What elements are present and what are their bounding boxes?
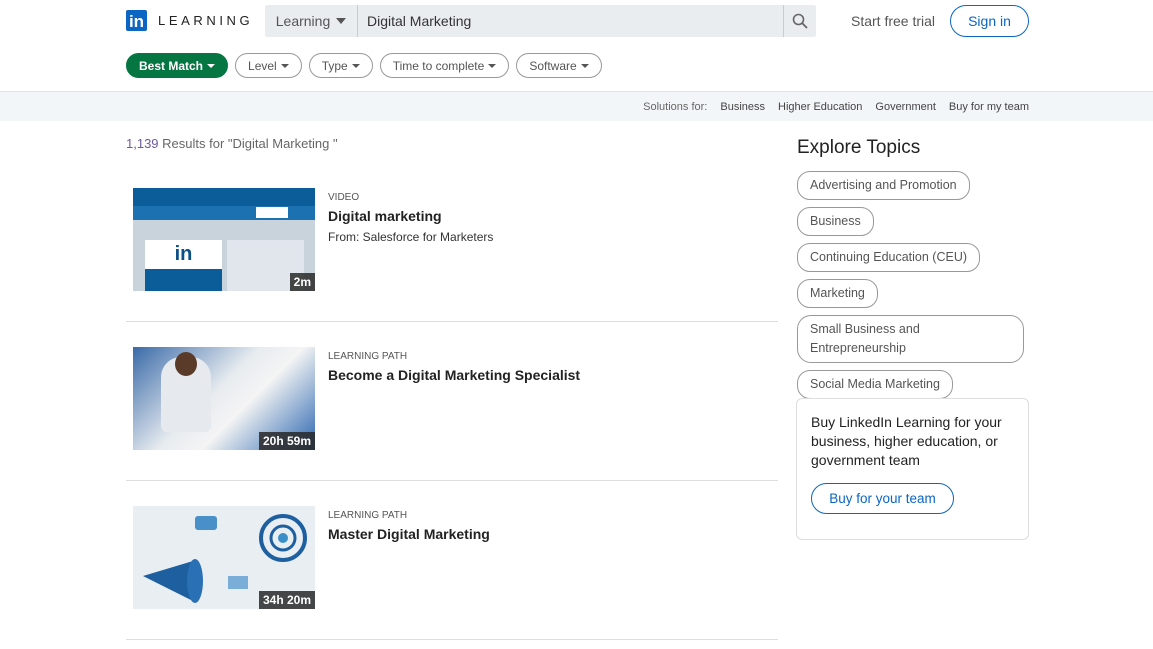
topic-ceu[interactable]: Continuing Education (CEU): [797, 243, 981, 272]
search-bar: Learning Digital Marketing: [265, 5, 816, 37]
caret-down-icon: [207, 63, 216, 68]
linkedin-learning-logo[interactable]: in LEARNING: [126, 10, 253, 31]
caret-down-icon: [488, 63, 497, 68]
content-type: LEARNING PATH: [328, 510, 408, 521]
results-count: 1,139 Results for "Digital Marketing ": [126, 136, 338, 151]
result-source: From: Salesforce for Marketers: [328, 230, 494, 244]
sign-in-button[interactable]: Sign in: [950, 5, 1029, 37]
solutions-business-link[interactable]: Business: [720, 101, 765, 113]
solutions-bar: Solutions for: Business Higher Education…: [0, 91, 1153, 121]
thumbnail-image[interactable]: in 2m: [133, 188, 315, 291]
result-title[interactable]: Master Digital Marketing: [328, 526, 490, 542]
filter-best-match[interactable]: Best Match: [126, 53, 229, 78]
filter-label: Software: [529, 58, 577, 73]
buy-for-your-team-button[interactable]: Buy for your team: [811, 483, 954, 514]
result-item[interactable]: in 2m VIDEO Digital marketing From: Sale…: [126, 162, 778, 322]
buy-learning-card: Buy LinkedIn Learning for your business,…: [796, 398, 1029, 540]
search-icon: [792, 13, 808, 29]
topic-advertising[interactable]: Advertising and Promotion: [797, 171, 970, 200]
caret-down-icon: [280, 63, 289, 68]
content-type: VIDEO: [328, 192, 360, 203]
solutions-higher-education-link[interactable]: Higher Education: [778, 101, 862, 113]
search-input[interactable]: Digital Marketing: [358, 13, 783, 29]
filter-label: Level: [248, 58, 277, 73]
solutions-label: Solutions for:: [643, 100, 708, 113]
filter-bar: Best Match Level Type Time to complete S…: [126, 53, 602, 78]
topic-marketing[interactable]: Marketing: [797, 279, 878, 308]
count-number: 1,139: [126, 136, 159, 151]
solutions-government-link[interactable]: Government: [875, 101, 936, 113]
linkedin-logo-icon: in: [126, 10, 147, 31]
explore-topics-heading: Explore Topics: [797, 137, 921, 158]
count-suffix: Results for "Digital Marketing ": [158, 136, 338, 151]
caret-down-icon: [336, 18, 347, 24]
result-title[interactable]: Become a Digital Marketing Specialist: [328, 367, 580, 383]
topic-social-media[interactable]: Social Media Marketing: [797, 370, 953, 399]
duration-badge: 34h 20m: [258, 591, 315, 609]
content-type: LEARNING PATH: [328, 351, 408, 362]
result-item[interactable]: 20h 59m LEARNING PATH Become a Digital M…: [126, 321, 778, 481]
caret-down-icon: [351, 63, 360, 68]
result-item[interactable]: 34h 20m LEARNING PATH Master Digital Mar…: [126, 480, 778, 640]
duration-badge: 20h 59m: [258, 432, 315, 450]
result-title[interactable]: Digital marketing: [328, 208, 493, 224]
thumbnail-image[interactable]: 20h 59m: [133, 347, 315, 450]
search-button[interactable]: [783, 5, 816, 37]
caret-down-icon: [580, 63, 589, 68]
search-category-dropdown[interactable]: Learning: [265, 5, 358, 37]
category-label: Learning: [275, 13, 331, 29]
filter-software[interactable]: Software: [516, 53, 602, 78]
thumbnail-image[interactable]: 34h 20m: [133, 506, 315, 609]
filter-label: Time to complete: [392, 58, 485, 73]
start-free-trial-link[interactable]: Start free trial: [851, 13, 935, 29]
duration-badge: 2m: [289, 273, 315, 291]
filter-label: Type: [321, 58, 348, 73]
logo-text: LEARNING: [158, 13, 254, 28]
topics-list: Advertising and Promotion Business Conti…: [797, 171, 1029, 399]
topic-business[interactable]: Business: [797, 207, 874, 236]
filter-label: Best Match: [139, 58, 204, 73]
buy-text: Buy LinkedIn Learning for your business,…: [811, 414, 1002, 468]
filter-type[interactable]: Type: [308, 53, 373, 78]
topic-small-business[interactable]: Small Business and Entrepreneurship: [797, 315, 1024, 363]
filter-time-to-complete[interactable]: Time to complete: [379, 53, 510, 78]
solutions-buy-for-team-link[interactable]: Buy for my team: [949, 101, 1029, 113]
filter-level[interactable]: Level: [235, 53, 302, 78]
